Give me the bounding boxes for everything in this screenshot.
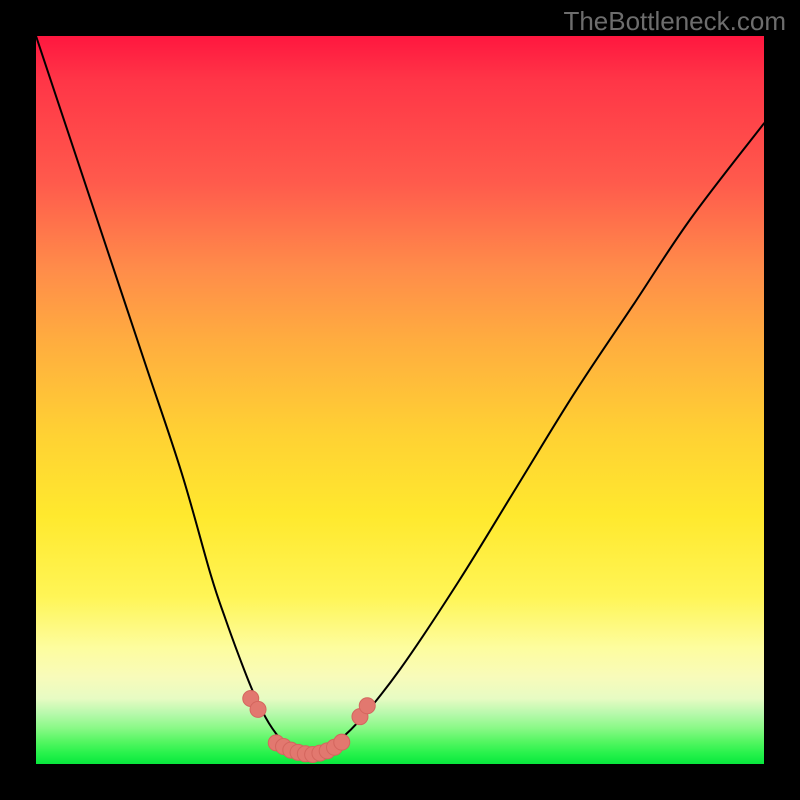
watermark-text: TheBottleneck.com bbox=[563, 6, 786, 37]
curve-marker bbox=[268, 735, 284, 751]
curve-marker bbox=[326, 739, 342, 755]
curve-marker bbox=[319, 743, 335, 759]
plot-area bbox=[36, 36, 764, 764]
curve-layer bbox=[36, 36, 764, 764]
curve-marker bbox=[334, 734, 350, 750]
curve-marker bbox=[297, 746, 313, 762]
curve-marker bbox=[352, 709, 368, 725]
chart-stage: TheBottleneck.com bbox=[0, 0, 800, 800]
curve-marker bbox=[359, 698, 375, 714]
curve-marker bbox=[283, 742, 299, 758]
curve-marker bbox=[305, 747, 321, 763]
bottleneck-curve bbox=[36, 36, 764, 755]
curve-marker bbox=[312, 745, 328, 761]
curve-marker bbox=[250, 701, 266, 717]
curve-marker bbox=[276, 739, 292, 755]
curve-marker bbox=[243, 690, 259, 706]
curve-markers bbox=[243, 690, 375, 762]
curve-marker bbox=[290, 744, 306, 760]
